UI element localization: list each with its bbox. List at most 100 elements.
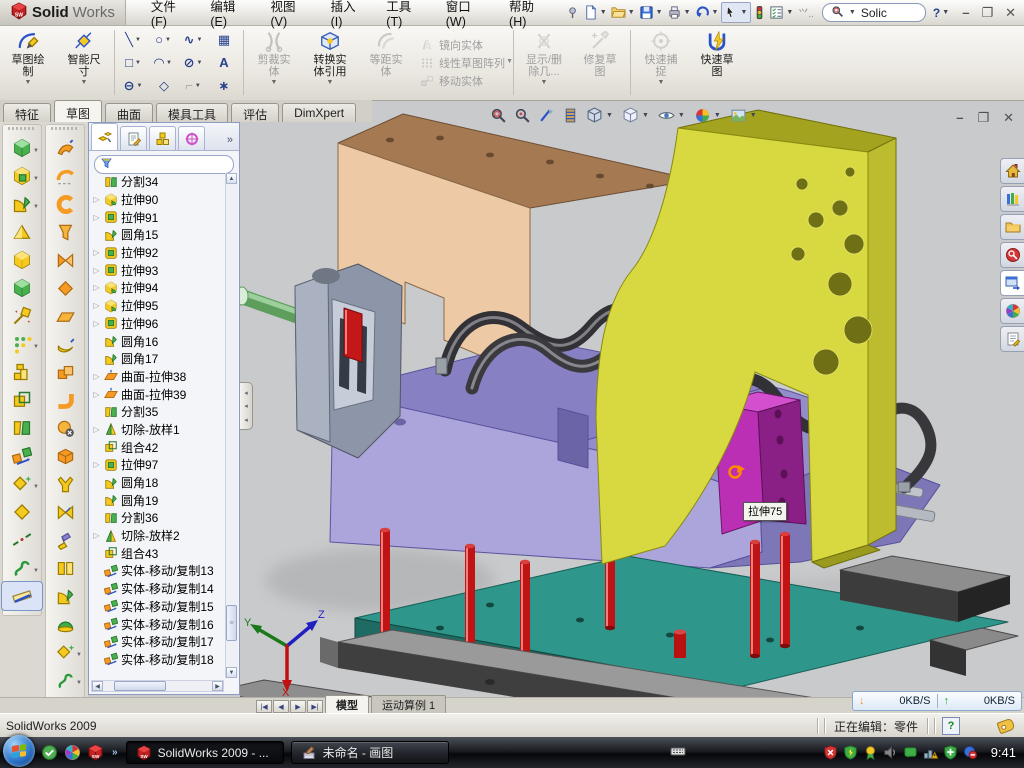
- tab-草图[interactable]: 草图: [54, 100, 102, 122]
- doc-close-button[interactable]: ✕: [1003, 110, 1014, 126]
- boundary-surface-button[interactable]: [45, 190, 85, 218]
- dropdown-caret-icon[interactable]: ▼: [606, 112, 613, 119]
- mirror-entities-button[interactable]: 镜向实体: [420, 37, 505, 53]
- tree-item[interactable]: 分割36: [91, 509, 225, 527]
- tree-item[interactable]: 圆角16: [91, 332, 225, 350]
- zoom-magnify-button[interactable]: [538, 107, 555, 124]
- tab-评估[interactable]: 评估: [231, 103, 279, 122]
- tree-vertical-scrollbar[interactable]: ▲ ≡ ▼: [225, 173, 238, 678]
- net-speed-widget[interactable]: ↓ 0KB/S ↑ 0KB/S: [852, 691, 1022, 711]
- planar-surface-button[interactable]: [45, 302, 85, 330]
- taskbar-task[interactable]: 未命名 - 画图: [291, 741, 449, 764]
- tree-item[interactable]: 分割35: [91, 403, 225, 421]
- expand-arrow-icon[interactable]: ▷: [92, 531, 101, 540]
- antivirus-tray[interactable]: [843, 745, 858, 760]
- media-shortcut[interactable]: [64, 744, 81, 761]
- trim-entities-button[interactable]: 剪裁实 体▼: [246, 25, 302, 100]
- menu-5[interactable]: 窗口(W): [435, 0, 498, 32]
- linear-pattern-button[interactable]: ▼: [2, 330, 42, 358]
- tree-item[interactable]: 圆角17: [91, 350, 225, 368]
- expand-arrow-icon[interactable]: ▷: [92, 301, 101, 310]
- swept-surface-button[interactable]: [45, 134, 85, 162]
- status-help-button[interactable]: ?: [942, 717, 960, 735]
- solidworks-resources-tab[interactable]: [1000, 158, 1024, 184]
- offset-entities-button[interactable]: 等距实 体: [358, 25, 414, 100]
- solidworks-search-tab[interactable]: [1000, 242, 1024, 268]
- tab-DimXpert[interactable]: DimXpert: [282, 103, 356, 122]
- lofted-surface-button[interactable]: [45, 218, 85, 246]
- dome-button[interactable]: [45, 610, 85, 638]
- property-manager-tab[interactable]: [120, 126, 147, 150]
- tree-item[interactable]: 组合43: [91, 544, 225, 562]
- sketch-tool-text[interactable]: A: [209, 51, 239, 74]
- zoom-fit-button[interactable]: [490, 107, 507, 124]
- model-small-pin[interactable]: [674, 630, 686, 659]
- toolbar-overflow[interactable]: ⺍..: [798, 5, 814, 20]
- tab-模具工具[interactable]: 模具工具: [156, 103, 228, 122]
- repair-sketch-button[interactable]: 修复草 图: [572, 25, 628, 100]
- tree-item[interactable]: ▷拉伸95: [91, 297, 225, 315]
- tree-item[interactable]: ▷曲面-拉伸38: [91, 368, 225, 386]
- doc-tab-模型[interactable]: 模型: [325, 695, 369, 714]
- sketch-tool-ellipse[interactable]: ⊘▼: [179, 51, 209, 74]
- edit-appearance-button[interactable]: ▼: [694, 107, 723, 124]
- dropdown-caret-icon[interactable]: ▼: [136, 83, 142, 89]
- reference-geometry-2-button[interactable]: ▼: [45, 638, 85, 666]
- dropdown-caret-icon[interactable]: ▼: [196, 37, 202, 43]
- dropdown-caret-icon[interactable]: ▼: [678, 112, 685, 119]
- doc-nav-3[interactable]: ▶|: [307, 700, 323, 713]
- dropdown-caret-icon[interactable]: ▼: [628, 9, 635, 16]
- defender-tray[interactable]: [943, 745, 958, 760]
- linear-sketch-pattern-button[interactable]: 线性草图阵列: [420, 55, 505, 71]
- offset-surface-button[interactable]: [45, 274, 85, 302]
- expand-arrow-icon[interactable]: ▷: [92, 425, 101, 434]
- doc-nav-0[interactable]: |◀: [256, 700, 272, 713]
- checklist-button[interactable]: ▼: [768, 3, 796, 22]
- start-button[interactable]: [3, 735, 35, 767]
- expand-arrow-icon[interactable]: ▷: [92, 283, 101, 292]
- tree-item[interactable]: ▷拉伸94: [91, 279, 225, 297]
- feature-manager-tab[interactable]: [91, 123, 118, 150]
- tree-item[interactable]: 圆角15: [91, 226, 225, 244]
- tree-item[interactable]: 组合42: [91, 438, 225, 456]
- chamfer-button[interactable]: [2, 218, 42, 246]
- surface-fillet-button[interactable]: [45, 582, 85, 610]
- taskbar-task[interactable]: SWSolidWorks 2009 - ...: [126, 741, 284, 764]
- replace-face-button[interactable]: [45, 554, 85, 582]
- curve-2-button[interactable]: ▼: [45, 666, 85, 694]
- dropdown-caret-icon[interactable]: ▼: [740, 9, 747, 16]
- tree-item[interactable]: ▷拉伸97: [91, 456, 225, 474]
- smart-dimension-button[interactable]: 智能尺 寸▼: [56, 25, 112, 100]
- expand-arrow-icon[interactable]: ▷: [92, 460, 101, 469]
- panel-tabs-overflow[interactable]: »: [227, 134, 239, 150]
- tree-item[interactable]: ▷切除-放样2: [91, 527, 225, 545]
- move-entities-button[interactable]: 移动实体: [420, 73, 505, 89]
- security-alert-tray[interactable]: [823, 745, 838, 760]
- solidworks-shortcut-shortcut[interactable]: SW: [87, 744, 104, 761]
- shell-button[interactable]: [2, 246, 42, 274]
- appearances-scenes-tab[interactable]: [1000, 298, 1024, 324]
- tree-item[interactable]: ▷曲面-拉伸39: [91, 385, 225, 403]
- reference-axis-button[interactable]: [2, 526, 42, 554]
- dimxpert-manager-tab[interactable]: [178, 126, 205, 150]
- dropdown-caret-icon[interactable]: ▼: [684, 9, 691, 16]
- thicken-button[interactable]: [45, 442, 85, 470]
- tree-item[interactable]: 实体-移动/复制14: [91, 580, 225, 598]
- measure-button[interactable]: [2, 582, 42, 610]
- network-warning-tray[interactable]: [923, 745, 938, 760]
- undo-button[interactable]: ▼: [694, 3, 722, 22]
- messenger-tray[interactable]: [903, 745, 918, 760]
- view-orientation-button[interactable]: ▼: [586, 107, 615, 124]
- mirror-bodies-button[interactable]: [2, 358, 42, 386]
- reference-plane-button[interactable]: [2, 498, 42, 526]
- move-copy-body-button[interactable]: [2, 442, 42, 470]
- hscroll-thumb[interactable]: [114, 681, 166, 691]
- dropdown-caret-icon[interactable]: ▼: [750, 112, 757, 119]
- tag-icon[interactable]: [996, 718, 1015, 735]
- expand-arrow-icon[interactable]: ▷: [92, 248, 101, 257]
- tree-item[interactable]: ▷拉伸92: [91, 244, 225, 262]
- trim-surface-button[interactable]: [45, 470, 85, 498]
- display-delete-relations-button[interactable]: 显示/删 除几...▼: [516, 25, 572, 100]
- doc-nav-2[interactable]: ▶: [290, 700, 306, 713]
- section-view-button[interactable]: [562, 107, 579, 124]
